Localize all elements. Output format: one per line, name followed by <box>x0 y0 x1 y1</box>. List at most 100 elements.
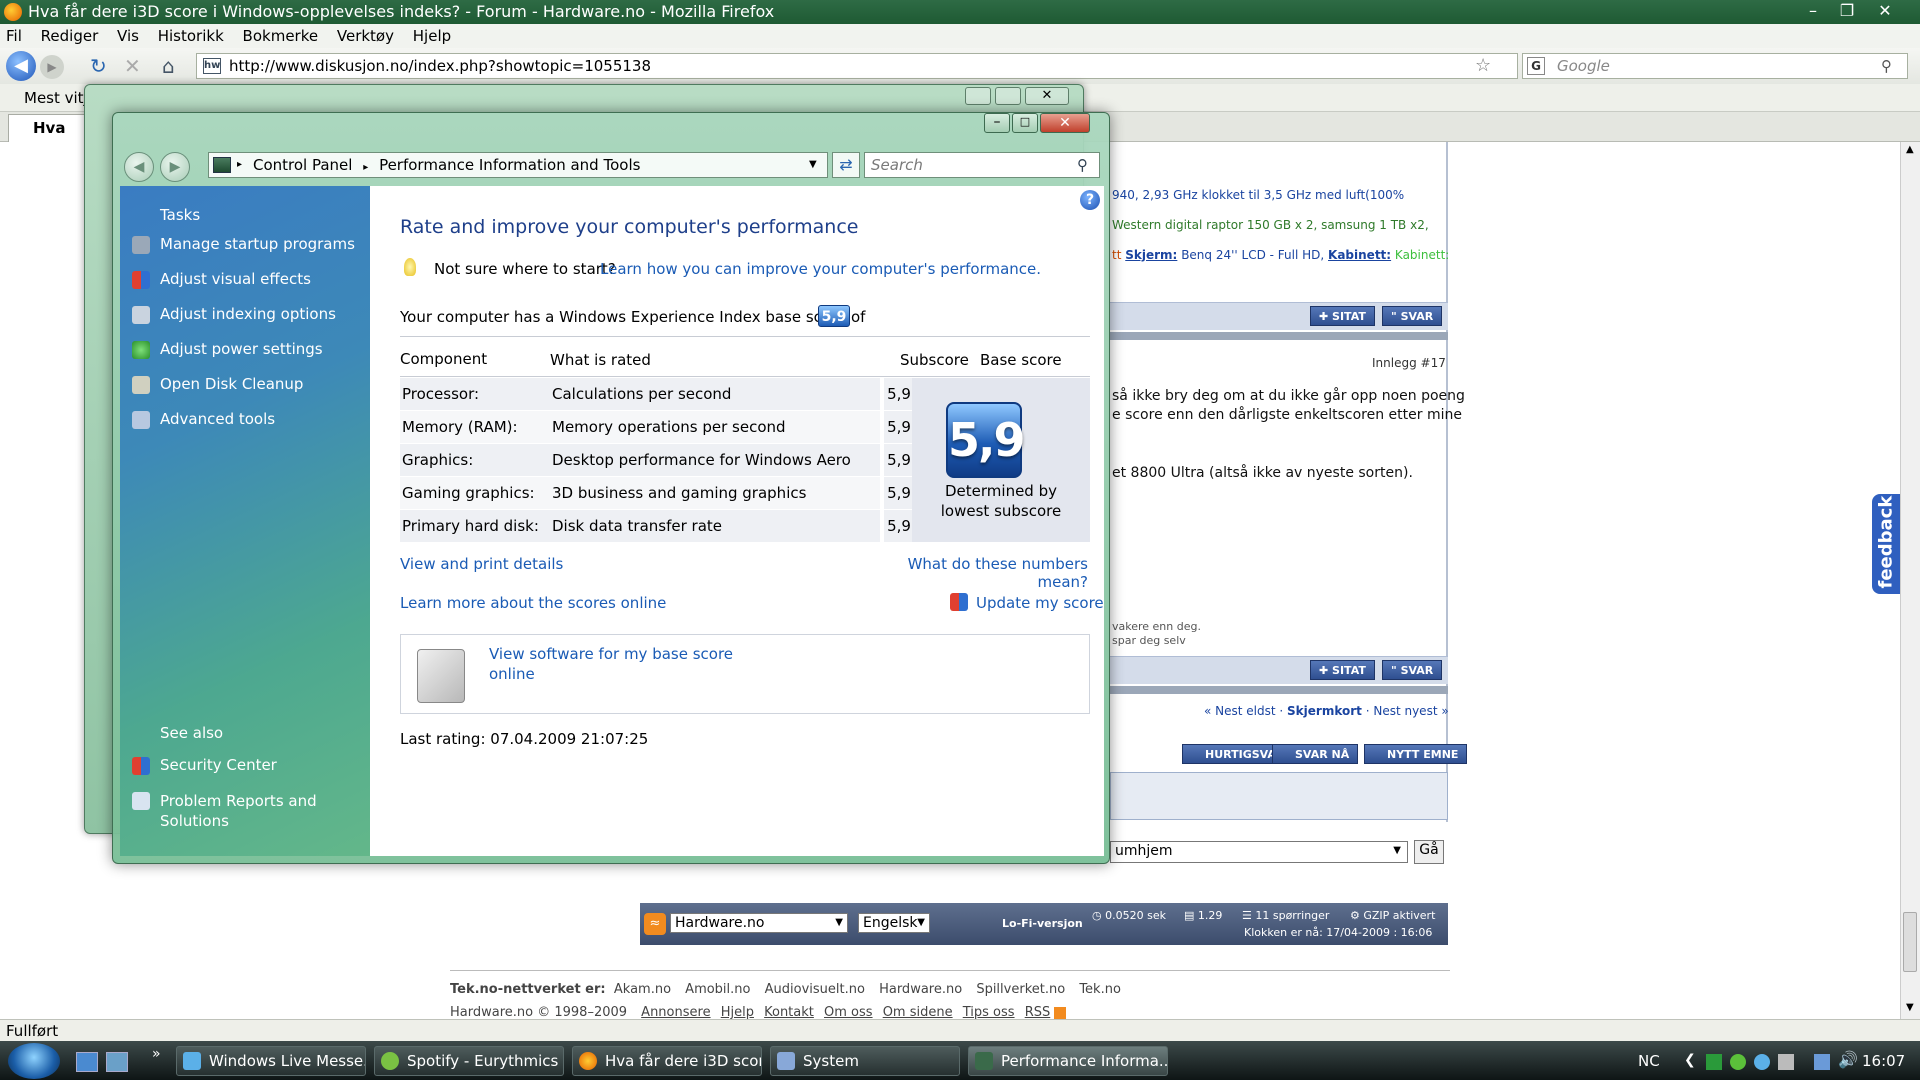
feedback-tab[interactable]: feedback <box>1872 494 1900 594</box>
footer-link[interactable]: Kontakt <box>764 1005 814 1020</box>
volume-icon[interactable]: 🔊 <box>1838 1050 1858 1069</box>
sig-kabinett-label[interactable]: Kabinett: <box>1328 248 1391 262</box>
footer-link[interactable]: Tips oss <box>963 1005 1015 1020</box>
refresh-icon[interactable]: ⇄ <box>832 152 860 178</box>
rss-icon[interactable]: ≈ <box>644 913 666 935</box>
url-bar[interactable]: hw http://www.diskusjon.no/index.php?sho… <box>196 53 1518 79</box>
task-manage-startup[interactable]: Manage startup programs <box>160 235 355 253</box>
menu-historikk[interactable]: Historikk <box>158 27 224 45</box>
footer-link[interactable]: Annonsere <box>641 1005 710 1020</box>
explorer-search-input[interactable]: Search ⚲ <box>864 152 1100 178</box>
view-software-link[interactable]: View software for my base score <box>489 645 733 663</box>
taskbar-item-performance[interactable]: Performance Informa... <box>968 1046 1168 1076</box>
new-topic-button[interactable]: NYTT EMNE <box>1364 744 1468 764</box>
numbers-meaning-link[interactable]: What do these numbers mean? <box>888 555 1088 591</box>
start-button[interactable] <box>8 1043 60 1079</box>
menu-fil[interactable]: Fil <box>6 27 22 45</box>
minimize-button[interactable]: – <box>1796 0 1830 22</box>
see-also-problem-reports[interactable]: Problem Reports and Solutions <box>160 791 320 831</box>
forum-jump-select[interactable]: umhjem ▼ <box>1110 841 1408 863</box>
menu-verktoy[interactable]: Verktøy <box>337 27 394 45</box>
scroll-up-icon[interactable]: ▲ <box>1906 144 1914 155</box>
reply-now-button[interactable]: SVAR NÅ <box>1272 744 1359 764</box>
view-print-link[interactable]: View and print details <box>400 555 563 573</box>
magnifier-icon[interactable]: ⚲ <box>1881 54 1892 78</box>
menu-vis[interactable]: Vis <box>117 27 139 45</box>
quote-button[interactable]: ✚ SITAT <box>1310 306 1375 326</box>
view-software-link-online[interactable]: online <box>489 665 535 683</box>
tray-messenger-icon[interactable] <box>1754 1054 1770 1070</box>
task-adjust-visual[interactable]: Adjust visual effects <box>160 270 311 288</box>
see-also-security-center[interactable]: Security Center <box>160 756 277 774</box>
tray-spotify-icon[interactable] <box>1730 1054 1746 1070</box>
scrollbar-thumb[interactable] <box>1903 912 1917 972</box>
breadcrumb-chevron-icon[interactable]: ▸ <box>237 153 242 177</box>
learn-more-link[interactable]: Learn more about the scores online <box>400 594 666 612</box>
forum-category-link[interactable]: Skjermkort <box>1287 704 1362 718</box>
quote-button[interactable]: ✚ SITAT <box>1310 660 1375 680</box>
tray-app-icon[interactable] <box>1706 1054 1722 1070</box>
magnifier-icon[interactable]: ⚲ <box>1077 153 1088 177</box>
site-select[interactable]: Hardware.no ▼ <box>670 913 848 933</box>
network-link[interactable]: Hardware.no <box>879 982 962 997</box>
restore-button[interactable]: ❐ <box>1830 0 1864 22</box>
task-adjust-indexing[interactable]: Adjust indexing options <box>160 305 336 323</box>
reply-button[interactable]: " SVAR <box>1382 306 1443 326</box>
sig-skjerm-label[interactable]: Skjerm: <box>1125 248 1177 262</box>
explorer-address-bar[interactable]: ▸ Control Panel ▸ Performance Informatio… <box>208 152 828 178</box>
taskbar-item-system[interactable]: System <box>770 1046 960 1076</box>
task-adjust-power[interactable]: Adjust power settings <box>160 340 323 358</box>
network-link[interactable]: Amobil.no <box>685 982 750 997</box>
chevron-down-icon[interactable]: ▼ <box>809 153 817 177</box>
task-advanced-tools[interactable]: Advanced tools <box>160 410 275 428</box>
lofi-link[interactable]: Lo-Fi-versjon <box>1002 917 1083 930</box>
breadcrumb-chevron-icon[interactable]: ▸ <box>363 162 368 173</box>
forum-jump-go-button[interactable]: Gå <box>1414 840 1444 864</box>
perf-maximize-button[interactable]: □ <box>1012 113 1038 133</box>
close-button[interactable]: ✕ <box>1868 0 1902 22</box>
menu-hjelp[interactable]: Hjelp <box>413 27 451 45</box>
post-number[interactable]: Innlegg #17 <box>1372 356 1446 370</box>
language-indicator[interactable]: NC <box>1638 1052 1660 1070</box>
page-scrollbar[interactable]: ▲ ▼ <box>1900 142 1920 1019</box>
network-link[interactable]: Audiovisuelt.no <box>765 982 865 997</box>
system-maximize-button[interactable] <box>995 87 1021 105</box>
web-search-input[interactable]: G Google ⚲ <box>1522 53 1908 79</box>
taskbar-item-spotify[interactable]: Spotify - Eurythmics ... <box>374 1046 564 1076</box>
system-close-button[interactable]: ✕ <box>1025 87 1069 105</box>
reply-button[interactable]: " SVAR <box>1382 660 1443 680</box>
forward-icon[interactable]: ▶ <box>160 152 190 182</box>
rss-icon[interactable] <box>1054 1006 1067 1019</box>
language-select[interactable]: Engelsk ▼ <box>858 913 930 933</box>
scroll-down-icon[interactable]: ▼ <box>1906 1002 1914 1013</box>
bookmark-star-icon[interactable]: ☆ <box>1475 54 1491 78</box>
taskbar-item-messenger[interactable]: Windows Live Messe... <box>176 1046 366 1076</box>
back-icon[interactable]: ◀ <box>124 152 154 182</box>
network-link[interactable]: Akam.no <box>614 982 671 997</box>
menu-bokmerke[interactable]: Bokmerke <box>243 27 319 45</box>
reload-icon[interactable]: ↻ <box>90 54 107 78</box>
network-link[interactable]: Spillverket.no <box>976 982 1065 997</box>
tray-expand-icon[interactable]: ❮ <box>1684 1052 1696 1068</box>
help-icon[interactable]: ? <box>1080 190 1100 210</box>
prev-topic-link[interactable]: « Nest eldst <box>1204 704 1276 718</box>
switch-windows-icon[interactable] <box>106 1052 128 1072</box>
network-icon[interactable] <box>1814 1054 1830 1070</box>
footer-link[interactable]: Om oss <box>824 1005 873 1020</box>
footer-link[interactable]: Om sidene <box>883 1005 953 1020</box>
forward-icon[interactable]: ▶ <box>40 55 64 79</box>
tray-device-icon[interactable] <box>1778 1054 1794 1070</box>
breadcrumb-control-panel[interactable]: Control Panel <box>253 156 352 174</box>
menu-rediger[interactable]: Rediger <box>41 27 99 45</box>
breadcrumb-performance[interactable]: Performance Information and Tools <box>379 156 640 174</box>
stop-icon[interactable]: ✕ <box>124 54 141 78</box>
show-desktop-icon[interactable] <box>76 1052 98 1072</box>
footer-link[interactable]: Hjelp <box>721 1005 754 1020</box>
tab-forum[interactable]: Hva får <box>8 114 90 163</box>
footer-link[interactable]: RSS <box>1025 1005 1051 1020</box>
taskbar-clock[interactable]: 16:07 <box>1862 1052 1905 1070</box>
home-icon[interactable]: ⌂ <box>162 54 175 78</box>
taskbar-item-firefox[interactable]: Hva får dere i3D scor... <box>572 1046 762 1076</box>
perf-minimize-button[interactable]: – <box>984 113 1010 133</box>
perf-close-button[interactable]: ✕ <box>1040 113 1090 133</box>
